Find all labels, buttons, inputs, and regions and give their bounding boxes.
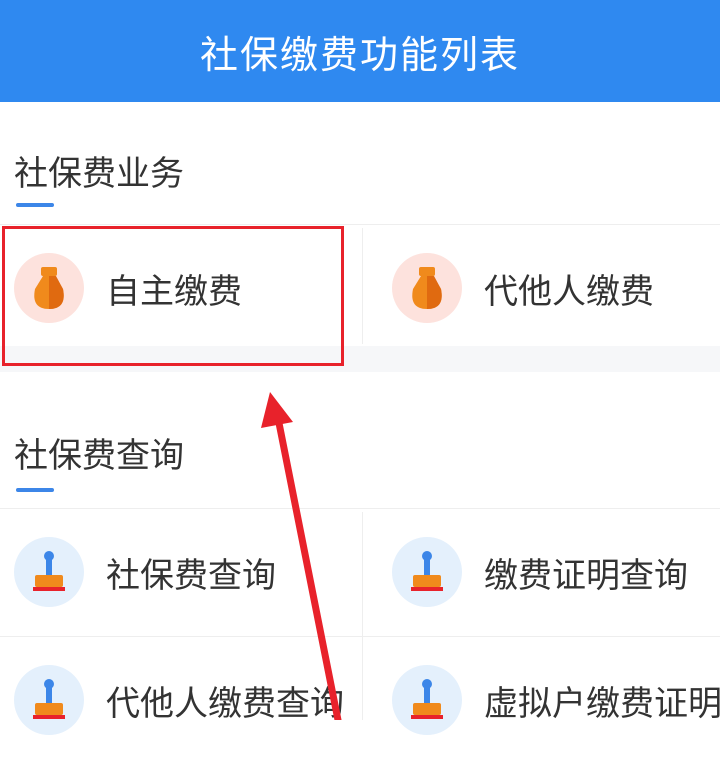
section-underline	[16, 203, 54, 207]
stamp-icon	[392, 665, 462, 735]
social-insurance-query-button[interactable]: 社保费查询	[14, 512, 344, 632]
money-bag-icon	[14, 253, 84, 323]
section-title-business: 社保费业务	[14, 154, 184, 194]
divider	[0, 636, 720, 637]
divider	[362, 228, 363, 344]
stamp-icon	[14, 537, 84, 607]
section-title-query: 社保费查询	[14, 436, 184, 476]
stamp-icon	[392, 537, 462, 607]
pay-for-others-query-button[interactable]: 代他人缴费查询	[14, 640, 344, 760]
money-bag-icon	[392, 253, 462, 323]
divider	[0, 508, 720, 509]
divider	[0, 224, 720, 225]
item-label: 社保费查询	[106, 555, 276, 596]
item-label: 代他人缴费	[484, 271, 654, 312]
virtual-account-certificate-button[interactable]: 虚拟户缴费证明	[392, 640, 720, 760]
section-gap	[0, 346, 720, 372]
pay-for-others-button[interactable]: 代他人缴费	[392, 228, 712, 348]
item-label: 虚拟户缴费证明	[484, 683, 720, 724]
item-label: 代他人缴费查询	[106, 683, 344, 724]
item-label: 自主缴费	[106, 271, 242, 312]
payment-certificate-query-button[interactable]: 缴费证明查询	[392, 512, 712, 632]
item-label: 缴费证明查询	[484, 555, 688, 596]
self-payment-button[interactable]: 自主缴费	[14, 228, 344, 348]
stamp-icon	[14, 665, 84, 735]
page-title: 社保缴费功能列表	[199, 32, 520, 77]
divider	[362, 512, 363, 720]
section-underline	[16, 488, 54, 492]
page-header: 社保缴费功能列表	[0, 0, 720, 102]
